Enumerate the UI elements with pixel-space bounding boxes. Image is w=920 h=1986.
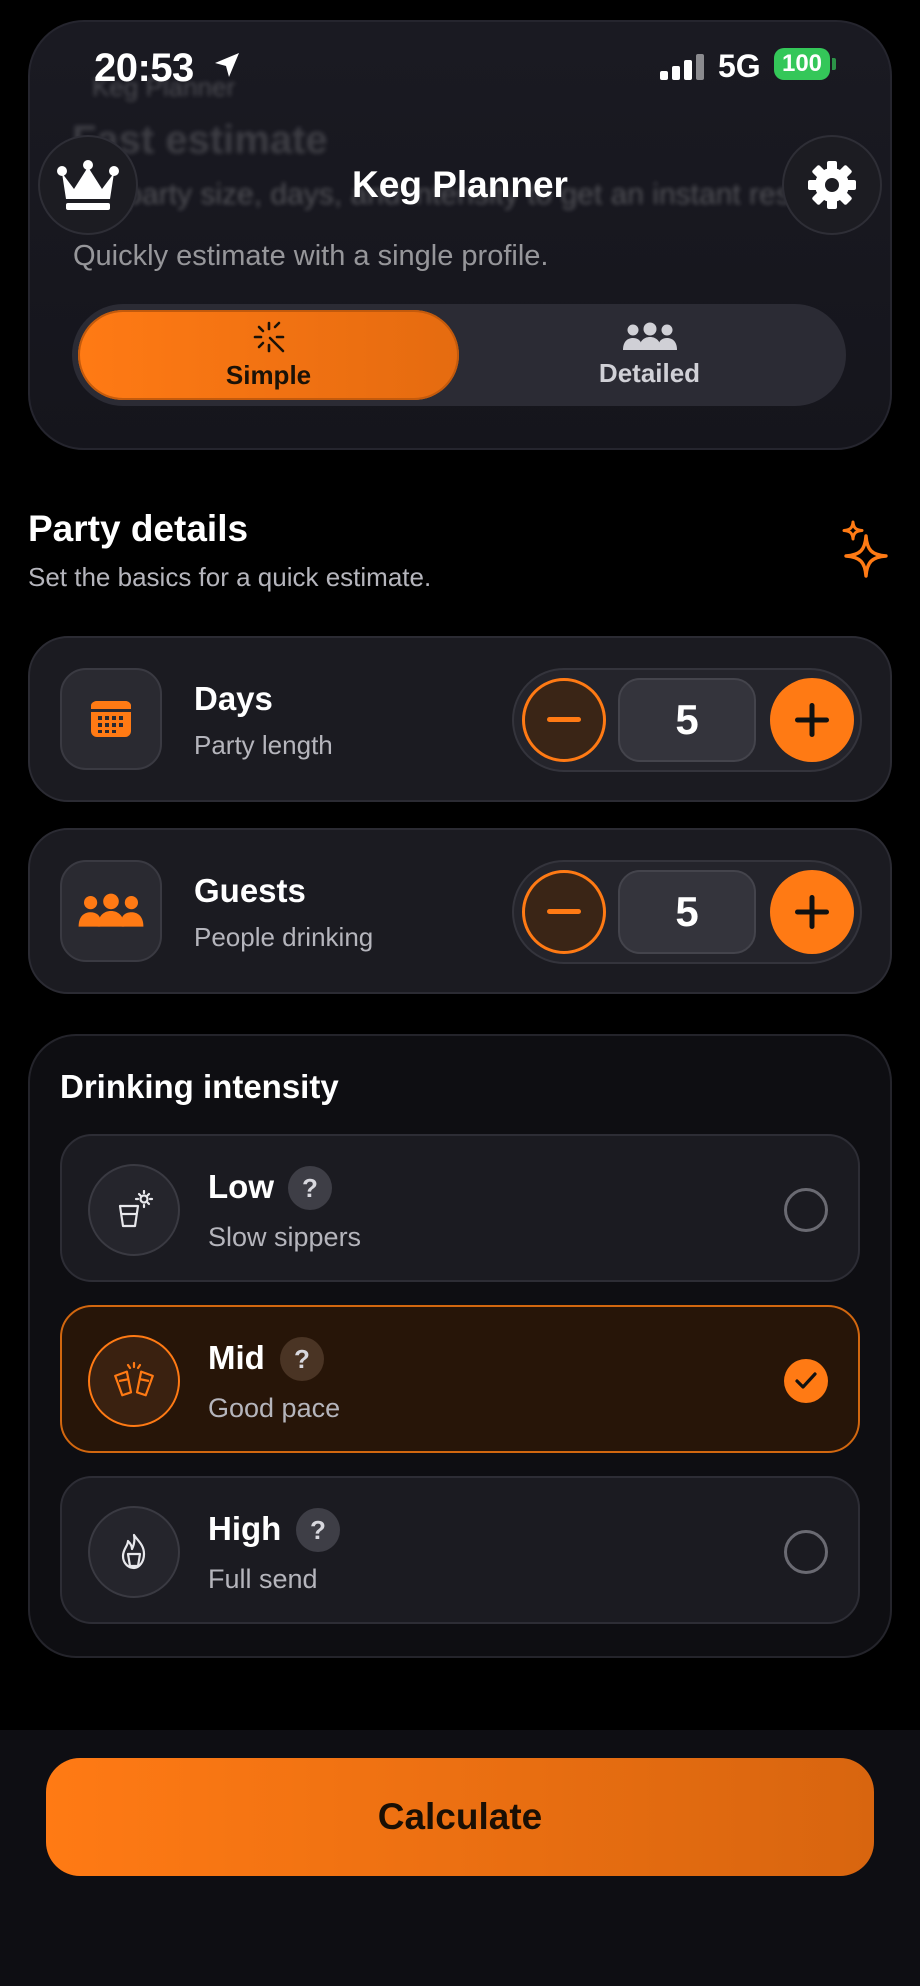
days-value[interactable]: 5 [618,678,756,762]
settings-button[interactable] [782,135,882,235]
calendar-icon [91,701,131,737]
bottom-action-bar: Calculate [0,1730,920,1986]
mode-simple-label: Simple [225,359,312,390]
checkmark-icon [795,1372,817,1389]
intensity-title: Drinking intensity [60,1068,339,1105]
cup-icon [118,1190,154,1228]
minus-icon [547,909,581,914]
days-title: Days [194,680,273,717]
guests-decrement-button[interactable] [522,870,606,954]
calculate-button[interactable]: Calculate [46,1758,874,1876]
battery-indicator: 100 [774,48,830,80]
high-radio[interactable] [784,1530,828,1574]
mid-subtitle: Good pace [208,1393,341,1423]
days-increment-button[interactable] [770,678,854,762]
guests-increment-button[interactable] [770,870,854,954]
mid-radio[interactable] [784,1359,828,1403]
guests-value[interactable]: 5 [618,870,756,954]
minus-icon [547,717,581,722]
group-icon [622,322,677,350]
network-type: 5G [718,48,761,84]
days-stepper: 5 [512,668,862,772]
party-details-subtitle: Set the basics for a quick estimate. [28,562,432,592]
guests-row: Guests People drinking 5 [28,828,892,994]
guests-subtitle: People drinking [194,922,374,952]
cellular-signal-icon [660,54,704,80]
low-help-button[interactable]: ? [288,1166,332,1210]
low-title: Low [208,1168,274,1205]
high-title: High [208,1510,282,1547]
plus-icon [795,895,829,929]
days-subtitle: Party length [194,730,333,760]
mid-title: Mid [208,1339,265,1376]
low-icon-circle [88,1164,180,1256]
days-icon-tile [60,668,162,770]
high-icon-circle [88,1506,180,1598]
fire-cup-icon [121,1533,146,1570]
intensity-option-high[interactable]: High ? Full send [60,1476,860,1624]
high-help-button[interactable]: ? [296,1508,340,1552]
high-subtitle: Full send [208,1564,318,1594]
sparkle-icon [842,520,888,578]
cheers-icon [114,1361,154,1397]
mode-segmented-control: Simple Detailed [72,304,846,406]
intensity-option-low[interactable]: Low ? Slow sippers [60,1134,860,1282]
low-subtitle: Slow sippers [208,1222,362,1252]
mode-detailed-label: Detailed [598,357,701,388]
mid-help-button[interactable]: ? [280,1337,324,1381]
battery-tip [832,58,836,70]
guests-icon-tile [60,860,162,962]
plus-icon [795,703,829,737]
guests-title: Guests [194,872,306,909]
intensity-option-mid[interactable]: Mid ? Good pace [60,1305,860,1453]
mode-simple-button[interactable]: Simple [78,310,459,400]
low-radio[interactable] [784,1188,828,1232]
status-bar: 20:53 5G 100 [0,40,920,100]
gear-icon [808,161,856,209]
magic-wand-icon [253,321,284,352]
days-decrement-button[interactable] [522,678,606,762]
mode-detailed-button[interactable]: Detailed [459,310,840,400]
party-details-title: Party details [28,508,249,549]
mode-description: Quickly estimate with a single profile. [73,240,549,272]
days-row: Days Party length 5 [28,636,892,802]
guests-stepper: 5 [512,860,862,964]
location-arrow-icon [215,53,239,77]
status-time: 20:53 [94,46,194,90]
group-icon [78,893,144,927]
mid-icon-circle [88,1335,180,1427]
